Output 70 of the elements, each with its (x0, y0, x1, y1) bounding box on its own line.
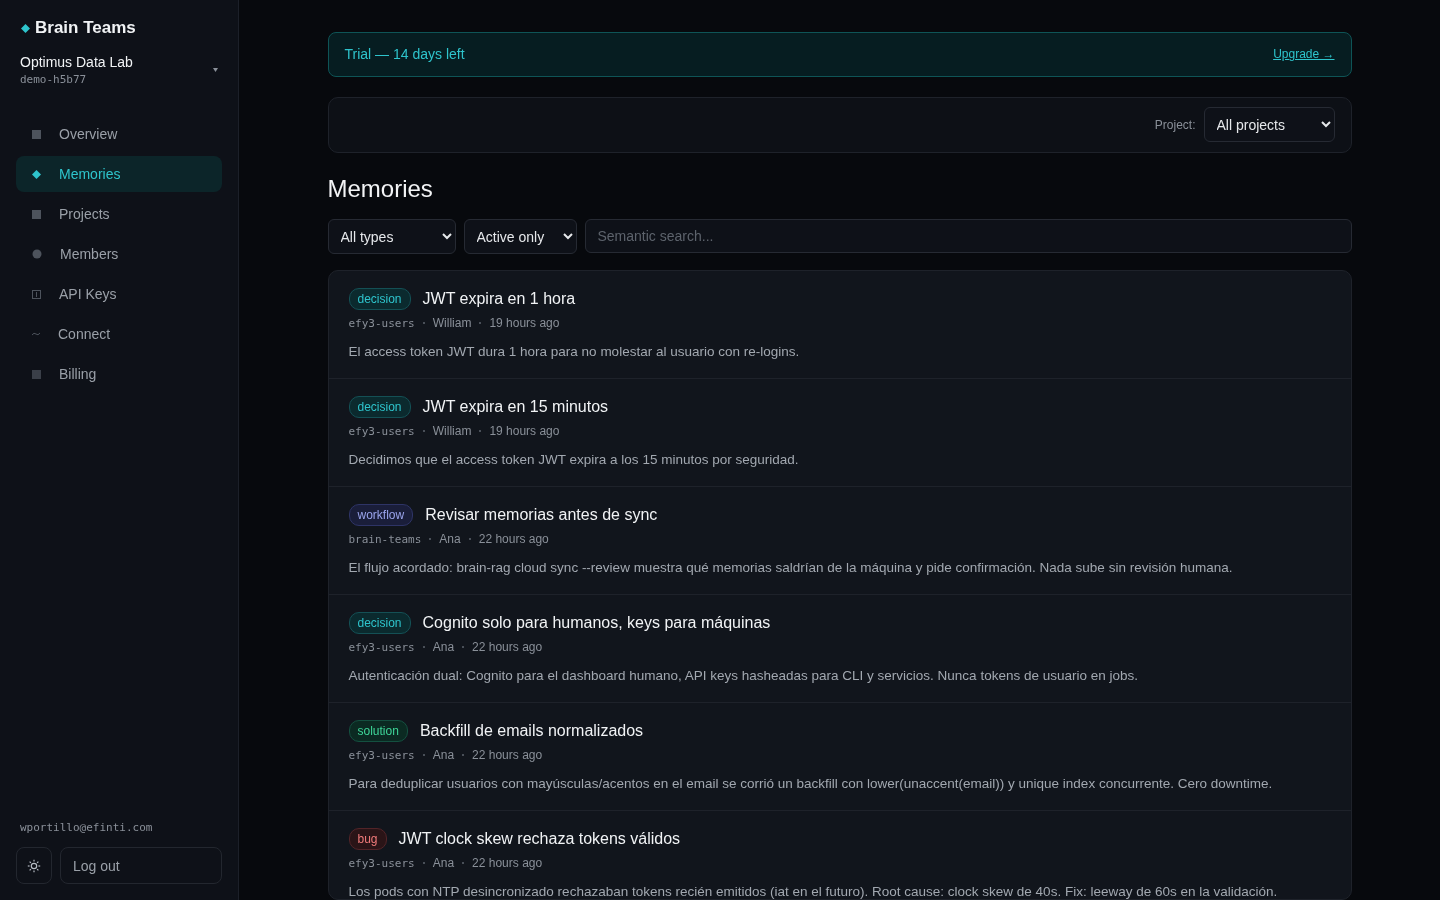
memory-description: Los pods con NTP desincronizado rechazaban tokens recién emitidos (iat en el futuro). Root cause: clock skew de 40s. Fix: leeway de 60s en la validación. (348, 883, 1279, 899)
memory-description: El access token JWT dura 1 hora para no molestar al usuario con re-logins. (348, 343, 801, 362)
upgrade-link[interactable]: Upgrade → (1273, 47, 1335, 62)
author-name: Ana (439, 532, 461, 547)
project-name: efy3-users (348, 748, 415, 762)
diamond-icon (32, 169, 41, 179)
nav-item[interactable]: Connect (16, 316, 222, 352)
project-name: efy3-users (348, 316, 415, 330)
memory-title: JWT expira en 1 hora (422, 290, 576, 309)
sun-icon (27, 858, 41, 873)
memory-card[interactable]: decision JWT expira en 15 minutos efy3-users William 19 hours ago Decidimos que el access token JWT expira a los 15 minutos por seguridad. (328, 378, 1351, 487)
timestamp: 19 hours ago (489, 316, 560, 331)
user-email: wportillo@efinti.com (19, 821, 154, 834)
type-tag: bug (348, 828, 387, 851)
wave-icon (32, 332, 40, 336)
memory-description: Para deduplicar usuarios con mayúsculas/acentos en el email se corrió un backfill con lower(unaccent(email)) y unique index concurrente. Cero downtime. (348, 775, 1274, 794)
timestamp: 19 hours ago (489, 424, 560, 439)
square-icon (32, 209, 41, 219)
author-name: William (432, 316, 472, 331)
memory-title: Backfill de emails normalizados (419, 722, 644, 741)
org-slug: demo-h5b77 (20, 73, 88, 86)
memory-card[interactable] (328, 810, 1351, 899)
project-name: efy3-users (348, 856, 415, 870)
memory-description: El flujo acordado: brain-rag cloud sync --review muestra qué memorias saldrían de la máquina y pide confirmación. Nada sube sin revisión humana. (348, 559, 1234, 578)
timestamp: 22 hours ago (472, 640, 543, 655)
author-name: Ana (432, 856, 455, 871)
memory-title: JWT expira en 15 minutos (422, 398, 609, 417)
memory-card[interactable]: decision JWT expira en 1 hora efy3-users William 19 hours ago El access token JWT dura 1 hora para no molestar al usuario con re-logins. (328, 271, 1351, 379)
author-name: Ana (432, 748, 455, 763)
page-title: Memories (327, 175, 434, 204)
diamond-icon (21, 23, 30, 33)
memory-title: Revisar memorias antes de sync (425, 506, 658, 525)
caret-icon[interactable] (213, 68, 218, 72)
type-tag: decision (348, 612, 411, 635)
project-name: brain-teams (348, 532, 422, 546)
memory-title: Cognito solo para humanos, keys para máquinas (422, 614, 771, 633)
timestamp: 22 hours ago (478, 532, 549, 547)
type-tag: workflow (348, 504, 414, 527)
type-tag: decision (348, 288, 411, 311)
memory-description: Autenticación dual: Cognito para el dashboard humano, API keys hasheadas para CLI y servicios. Nunca tokens de usuario en jobs. (348, 667, 1139, 686)
theme-toggle[interactable] (16, 847, 52, 884)
nav-item[interactable]: Members (16, 236, 222, 272)
project-name: efy3-users (348, 424, 415, 438)
brand-name: Brain Teams (35, 18, 136, 38)
timestamp: 22 hours ago (472, 856, 543, 871)
nav-item[interactable]: Memories (16, 156, 222, 192)
org-name: Optimus Data Lab (20, 54, 133, 70)
author-name: William (432, 424, 472, 439)
project-select[interactable]: All projects (1203, 107, 1335, 143)
timestamp: 22 hours ago (472, 748, 543, 763)
author-name: Ana (432, 640, 455, 655)
trial-text: Trial — 14 days left (344, 46, 465, 63)
memory-description: Decidimos que el access token JWT expira a los 15 minutos por seguridad. (348, 451, 800, 470)
type-tag: solution (348, 720, 408, 743)
type-tag: decision (348, 396, 411, 419)
square-icon (32, 369, 41, 379)
nav-item[interactable]: API Keys (16, 276, 222, 312)
search-field[interactable]: Semantic search... (584, 219, 1352, 254)
project-label: Project: (1154, 117, 1196, 132)
memory-title: JWT clock skew rechaza tokens válidos (398, 830, 681, 849)
nav-item[interactable]: Overview (16, 116, 222, 152)
key-icon (32, 289, 41, 299)
square-icon (32, 129, 41, 139)
type-select[interactable]: All types (327, 219, 456, 255)
circle-icon (32, 249, 42, 259)
nav-item[interactable]: Billing (16, 356, 222, 392)
logout-button[interactable]: Log out (60, 847, 222, 884)
nav-item[interactable]: Projects (16, 196, 222, 232)
status-select[interactable]: Active only (463, 219, 577, 255)
project-name: efy3-users (348, 640, 415, 654)
